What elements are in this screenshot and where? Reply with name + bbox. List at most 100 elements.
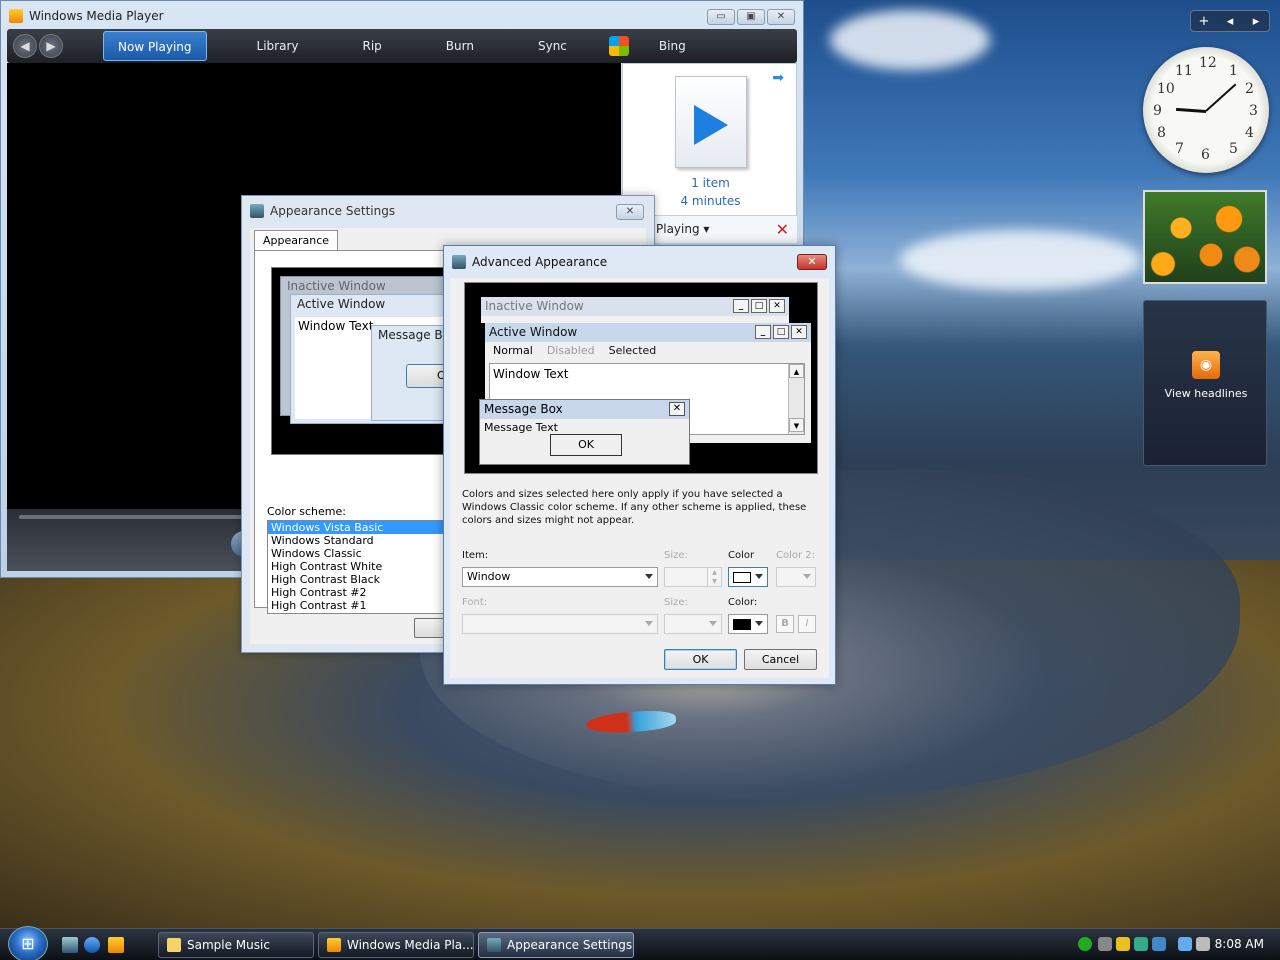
bold-button[interactable]: B bbox=[776, 615, 794, 633]
size-stepper[interactable]: ▲ ▼ bbox=[664, 567, 722, 587]
color-picker[interactable] bbox=[728, 567, 768, 587]
clock-numeral: 3 bbox=[1249, 103, 1258, 119]
internet-explorer-icon[interactable] bbox=[84, 937, 100, 953]
taskbar-button-sample-music[interactable]: Sample Music bbox=[158, 932, 314, 958]
clear-list-icon[interactable]: ✕ bbox=[776, 220, 789, 239]
tab-library[interactable]: Library bbox=[225, 31, 331, 61]
preview-inactive-caption-buttons: _ □ ✕ bbox=[733, 299, 785, 313]
taskbar-button-label: Sample Music bbox=[187, 938, 270, 952]
back-button[interactable]: ◀ bbox=[13, 34, 37, 58]
italic-button[interactable]: I bbox=[798, 615, 816, 633]
now-playing-dropdown[interactable]: Playing ▾ bbox=[656, 222, 709, 236]
close-button[interactable]: ✕ bbox=[616, 204, 644, 220]
tab-rip[interactable]: Rip bbox=[331, 31, 414, 61]
ok-button[interactable]: OK bbox=[664, 649, 737, 670]
tab-appearance[interactable]: Appearance bbox=[254, 230, 339, 250]
clock-gadget[interactable]: 12 1 2 3 4 5 6 7 8 9 10 11 bbox=[1143, 47, 1269, 173]
clock-numeral: 9 bbox=[1153, 103, 1162, 119]
taskbar-button-label: Appearance Settings bbox=[507, 938, 633, 952]
preview-message-box-title: Message Box bbox=[480, 400, 689, 419]
preview-message-box: Message Box ✕ Message Text OK bbox=[479, 399, 690, 465]
tab-bing[interactable]: Bing bbox=[629, 31, 718, 61]
preview-menu-selected: Selected bbox=[608, 344, 657, 357]
scheme-item[interactable]: High Contrast #2 bbox=[268, 586, 456, 599]
chevron-down-icon bbox=[645, 574, 653, 579]
security-shield-icon[interactable] bbox=[1116, 937, 1130, 951]
taskbar: ⊞ Sample Music Windows Media Pla... Appe… bbox=[0, 926, 1280, 960]
taskbar-clock[interactable]: 8:08 AM bbox=[1215, 937, 1264, 951]
font-select[interactable] bbox=[462, 614, 658, 634]
item-select[interactable]: Window bbox=[462, 567, 658, 587]
tray-app-icon[interactable] bbox=[1134, 937, 1148, 951]
taskbar-button-appearance-settings[interactable]: Appearance Settings bbox=[478, 932, 634, 958]
scroll-up-icon: ▲ bbox=[789, 364, 804, 378]
clock-numeral: 4 bbox=[1245, 125, 1254, 141]
size-label: Size: bbox=[664, 550, 688, 561]
tab-sync[interactable]: Sync bbox=[506, 31, 599, 61]
scheme-item[interactable]: Windows Classic bbox=[268, 547, 456, 560]
wmp-app-icon bbox=[9, 9, 23, 23]
appearance-title: Appearance Settings bbox=[270, 204, 396, 218]
clock-numeral: 10 bbox=[1157, 81, 1175, 97]
minimize-button[interactable]: ▭ bbox=[707, 9, 735, 25]
close-button[interactable]: ✕ bbox=[767, 9, 795, 25]
color-scheme-list[interactable]: Windows Vista Basic Windows Standard Win… bbox=[267, 520, 457, 614]
tray-arrow-icon[interactable] bbox=[1098, 937, 1112, 951]
add-gadget-button[interactable]: + bbox=[1191, 14, 1217, 29]
font-color-picker[interactable] bbox=[728, 614, 768, 634]
media-player-icon[interactable] bbox=[108, 937, 124, 953]
forward-button[interactable]: ▶ bbox=[39, 34, 63, 58]
arrow-right-icon[interactable]: ➡ bbox=[772, 70, 784, 86]
font-color-label: Color: bbox=[728, 597, 758, 608]
chevron-down-icon bbox=[803, 574, 811, 579]
preview-active-caption-buttons: _ □ ✕ bbox=[755, 325, 807, 339]
tab-burn[interactable]: Burn bbox=[414, 31, 506, 61]
spinner-icon: ▲ ▼ bbox=[707, 568, 721, 586]
show-desktop-icon[interactable] bbox=[62, 937, 78, 953]
item-select-value: Window bbox=[467, 570, 511, 583]
cancel-button[interactable]: Cancel bbox=[744, 649, 817, 670]
advanced-appearance-window: Advanced Appearance ✕ Inactive Window _ □… bbox=[443, 245, 836, 685]
tray-app-icon[interactable] bbox=[1152, 937, 1166, 951]
feed-headlines-gadget[interactable]: ◉ View headlines bbox=[1143, 300, 1267, 466]
folder-icon bbox=[167, 938, 181, 952]
clock-numeral: 2 bbox=[1245, 81, 1254, 97]
maximize-button[interactable]: ▣ bbox=[737, 9, 765, 25]
taskbar-button-wmp[interactable]: Windows Media Pla... bbox=[318, 932, 474, 958]
clock-numeral: 7 bbox=[1175, 141, 1184, 157]
item-label: Item: bbox=[462, 550, 489, 561]
preview-ok-button: O bbox=[406, 364, 446, 388]
rss-icon: ◉ bbox=[1192, 351, 1220, 379]
wmp-titlebar: Windows Media Player bbox=[1, 1, 803, 31]
scheme-item[interactable]: Windows Vista Basic bbox=[268, 521, 456, 534]
scheme-item[interactable]: High Contrast #1 bbox=[268, 599, 456, 612]
next-page-button[interactable]: ▸ bbox=[1243, 14, 1269, 29]
start-button[interactable]: ⊞ bbox=[8, 926, 48, 960]
chevron-down-icon bbox=[645, 621, 653, 626]
previous-page-button[interactable]: ◂ bbox=[1217, 14, 1243, 29]
font-size-select[interactable] bbox=[664, 614, 722, 634]
preview-menu-disabled: Disabled bbox=[546, 344, 595, 357]
scheme-item[interactable]: High Contrast White bbox=[268, 560, 456, 573]
volume-muted-icon[interactable] bbox=[1196, 937, 1210, 951]
windows-logo-icon bbox=[608, 36, 629, 56]
close-button[interactable]: ✕ bbox=[797, 254, 827, 270]
network-icon[interactable] bbox=[1178, 937, 1192, 951]
color2-picker[interactable] bbox=[776, 567, 816, 587]
view-headlines-label[interactable]: View headlines bbox=[1144, 387, 1268, 400]
tab-now-playing[interactable]: Now Playing bbox=[103, 31, 207, 61]
scheme-item[interactable]: High Contrast Black bbox=[268, 573, 456, 586]
slideshow-gadget[interactable] bbox=[1143, 190, 1267, 284]
chevron-down-icon bbox=[755, 621, 763, 626]
font-color-swatch bbox=[733, 619, 751, 630]
info-text: Colors and sizes selected here only appl… bbox=[462, 489, 807, 526]
tray-app-icon[interactable] bbox=[1078, 937, 1092, 951]
chevron-down-icon bbox=[709, 621, 717, 626]
sidebar-controls: + ◂ ▸ bbox=[1190, 10, 1270, 32]
playlist-document-icon bbox=[675, 76, 747, 168]
clock-numeral: 12 bbox=[1199, 55, 1217, 71]
appearance-app-icon bbox=[250, 204, 264, 218]
scheme-item[interactable]: Windows Standard bbox=[268, 534, 456, 547]
clock-numeral: 8 bbox=[1157, 125, 1166, 141]
media-player-icon bbox=[327, 938, 341, 952]
